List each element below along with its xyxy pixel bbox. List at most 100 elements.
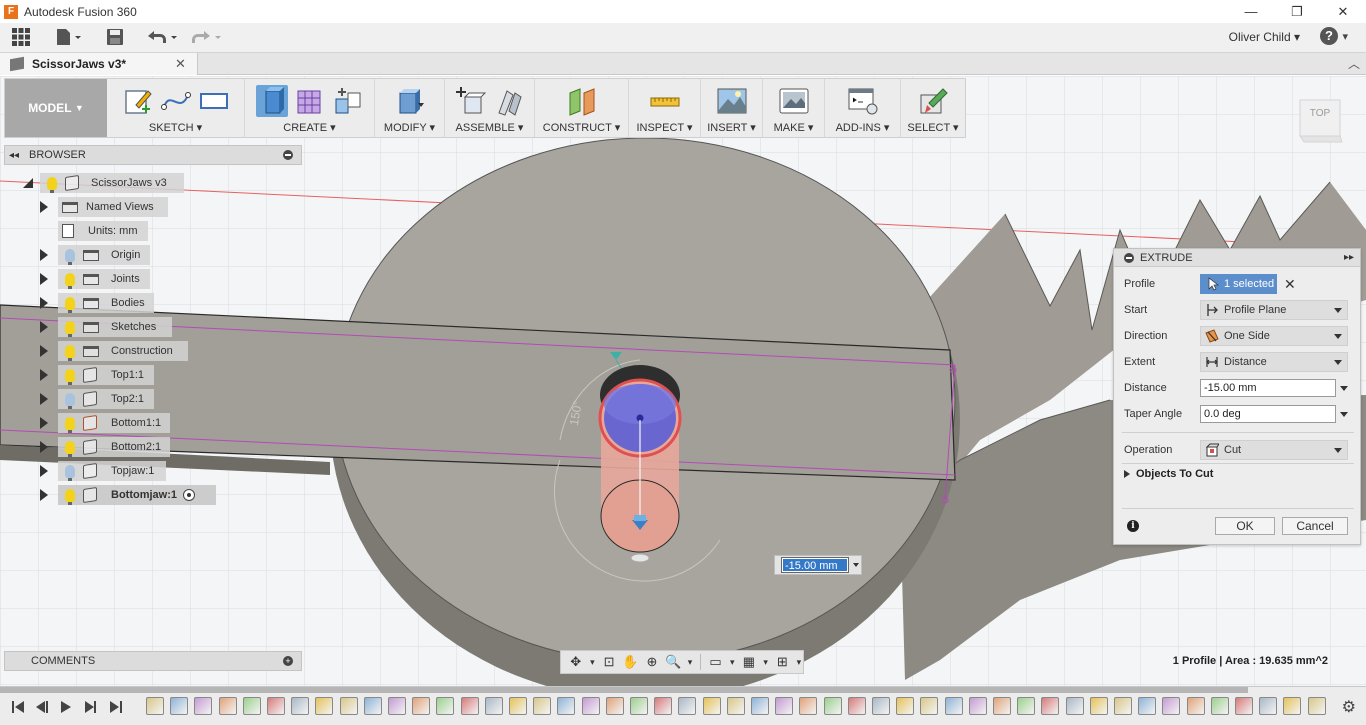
collapse-left-icon[interactable]: ◂◂ [5, 150, 23, 161]
step-forward-icon[interactable] [82, 699, 98, 715]
cancel-button[interactable]: Cancel [1282, 517, 1348, 535]
activate-component-icon[interactable] [183, 489, 195, 501]
timeline-feature-icon[interactable] [896, 697, 915, 715]
visibility-bulb-icon[interactable] [65, 464, 75, 481]
timeline-feature-icon[interactable] [484, 697, 503, 715]
visibility-bulb-icon[interactable] [65, 368, 75, 385]
timeline-feature-icon[interactable] [388, 697, 406, 715]
timeline-feature-icon[interactable] [1162, 697, 1181, 715]
timeline-feature-icon[interactable] [509, 697, 527, 715]
timeline-feature-icon[interactable] [267, 697, 285, 715]
viewports-icon[interactable]: ⊞ [774, 653, 791, 671]
expand-triangle-icon[interactable] [40, 321, 48, 333]
make-menu[interactable]: MAKE ▾ [763, 121, 824, 134]
collapse-toolbar-icon[interactable]: ︿ [1348, 55, 1360, 72]
timeline-feature-icon[interactable] [920, 697, 939, 715]
timeline-feature-icon[interactable] [146, 697, 164, 715]
timeline-feature-icon[interactable] [218, 697, 237, 715]
restore-button[interactable]: ❐ [1274, 0, 1320, 23]
operation-dropdown[interactable]: Cut [1200, 440, 1348, 460]
taper-angle-input[interactable]: 0.0 deg [1200, 405, 1336, 423]
select-menu[interactable]: SELECT ▾ [901, 121, 965, 134]
floating-distance-input[interactable]: -15.00 mm [774, 555, 862, 575]
workspace-switcher[interactable]: MODEL ▼ [5, 79, 107, 137]
visibility-bulb-icon[interactable] [65, 344, 75, 361]
select-brush-icon[interactable] [917, 85, 949, 117]
profile-selection-button[interactable]: 1 selected [1200, 274, 1277, 294]
info-icon[interactable]: i [1127, 520, 1139, 532]
close-window-button[interactable]: ✕ [1320, 0, 1366, 23]
timeline-feature-icon[interactable] [1235, 697, 1253, 715]
expand-dialog-icon[interactable]: ▸▸ [1344, 252, 1354, 263]
visibility-bulb-icon[interactable] [65, 488, 75, 505]
view-cube[interactable]: TOP [1296, 96, 1344, 144]
timeline-feature-icon[interactable] [630, 697, 648, 715]
inspect-menu[interactable]: INSPECT ▾ [629, 121, 700, 134]
data-panel-grid-icon[interactable] [10, 27, 32, 49]
insert-image-icon[interactable] [716, 85, 748, 117]
gear-icon[interactable]: ⚙ [1342, 697, 1356, 717]
expand-triangle-icon[interactable] [40, 273, 48, 285]
distance-manipulator-field[interactable]: -15.00 mm [781, 557, 849, 573]
insert-menu[interactable]: INSERT ▾ [701, 121, 762, 134]
chevron-down-icon[interactable]: ▾ [795, 653, 803, 671]
construct-menu[interactable]: CONSTRUCT ▾ [535, 121, 628, 134]
timeline-feature-icon[interactable] [872, 697, 890, 715]
timeline-feature-icon[interactable] [170, 697, 189, 715]
timeline-feature-icon[interactable] [1307, 697, 1326, 715]
extrude-icon[interactable] [255, 85, 288, 117]
timeline-feature-icon[interactable] [726, 697, 745, 715]
objects-to-cut-section[interactable]: Objects To Cut [1124, 468, 1213, 480]
expand-triangle-icon[interactable] [40, 249, 48, 261]
derive-icon[interactable] [332, 85, 364, 117]
timeline-feature-icon[interactable] [1186, 697, 1205, 715]
expand-triangle-icon[interactable] [40, 441, 48, 453]
chevron-down-icon[interactable] [853, 563, 859, 567]
timeline-feature-icon[interactable] [605, 697, 624, 715]
visibility-bulb-icon[interactable] [65, 440, 75, 457]
visibility-bulb-icon[interactable] [65, 296, 75, 313]
grid-settings-icon[interactable]: ▦ [740, 653, 757, 671]
expand-triangle-icon[interactable] [40, 489, 48, 501]
user-account-menu[interactable]: Oliver Child ▾ [1229, 30, 1300, 44]
render-image-icon[interactable] [778, 85, 810, 117]
minimize-panel-icon[interactable] [283, 150, 293, 160]
expand-triangle-icon[interactable] [40, 369, 48, 381]
timeline-feature-icon[interactable] [412, 697, 431, 715]
display-settings-icon[interactable]: ▭ [707, 653, 724, 671]
timeline-feature-icon[interactable] [799, 697, 818, 715]
expand-triangle-icon[interactable] [40, 393, 48, 405]
help-menu[interactable]: ? ▾ [1320, 27, 1348, 45]
visibility-bulb-icon[interactable] [65, 392, 75, 409]
measure-icon[interactable] [649, 85, 681, 117]
distance-input[interactable]: -15.00 mm [1200, 379, 1336, 397]
modify-menu[interactable]: MODIFY ▾ [375, 121, 444, 134]
go-to-start-icon[interactable] [10, 699, 26, 715]
chevron-down-icon[interactable] [1340, 412, 1348, 417]
browser-panel-header[interactable]: ◂◂ BROWSER [4, 145, 302, 165]
timeline-feature-icon[interactable] [1041, 697, 1060, 715]
timeline-feature-icon[interactable] [775, 697, 794, 715]
create-sketch-icon[interactable] [122, 85, 154, 117]
expand-triangle-icon[interactable] [40, 345, 48, 357]
timeline-feature-icon[interactable] [1114, 697, 1132, 715]
timeline-feature-icon[interactable] [1017, 697, 1036, 715]
new-component-icon[interactable] [455, 85, 487, 117]
collapse-triangle-icon[interactable] [23, 178, 33, 188]
timeline-feature-icon[interactable] [1138, 697, 1157, 715]
timeline-feature-icon[interactable] [460, 697, 479, 715]
sketch-menu[interactable]: SKETCH ▾ [107, 121, 244, 134]
close-tab-icon[interactable]: ✕ [175, 56, 191, 72]
visibility-bulb-icon[interactable] [65, 320, 75, 337]
timeline-feature-icon[interactable] [363, 697, 382, 715]
spline-icon[interactable] [160, 85, 192, 117]
timeline-feature-icon[interactable] [751, 697, 769, 715]
add-comment-icon[interactable]: + [283, 656, 293, 666]
timeline-feature-icon[interactable] [242, 697, 261, 715]
timeline-feature-icon[interactable] [823, 697, 842, 715]
timeline-feature-icon[interactable] [557, 697, 576, 715]
timeline-feature-icon[interactable] [944, 697, 963, 715]
undo-icon[interactable] [144, 27, 180, 49]
chevron-down-icon[interactable]: ▾ [588, 653, 596, 671]
timeline-feature-icon[interactable] [1259, 697, 1278, 715]
